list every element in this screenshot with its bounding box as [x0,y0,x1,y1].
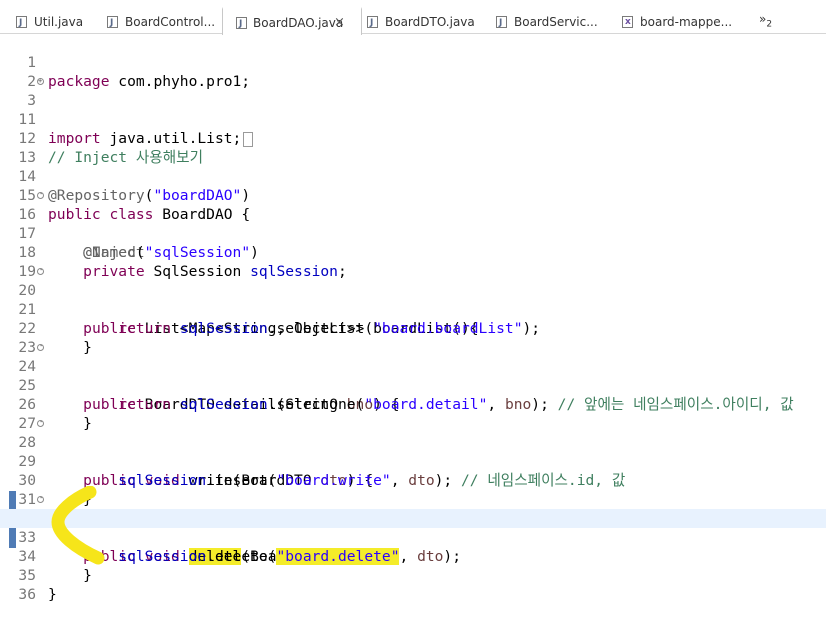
collapse-fold-icon[interactable] [37,496,44,503]
code-line: 36 [0,566,826,603]
code-line: 16 @Inject [0,186,826,261]
hidden-tab-count: 2 [766,19,773,30]
code-line: 28 public void write(BoardDTO dto) { [0,414,826,489]
xml-file-icon [622,8,633,36]
code-line: 12 // Inject 사용해보기 [0,110,826,166]
yellow-bracket-marker [51,486,105,565]
code-line: 1 package com.phyho.pro1; [0,34,826,90]
code-line: 15 public class BoardDAO { [0,167,826,223]
code-line: 2 [0,53,826,90]
tab-label: BoardControl... [125,15,216,29]
current-code-line: 33 sqlSession.delete("board.delete", dto… [0,509,826,565]
code-line: 34 } [0,528,826,584]
code-line: 27 [0,395,826,432]
code-line: 14 @Repository("boardDAO") [0,148,826,204]
code-line: 25 return sqlSession.selectOne("board.de… [0,357,826,413]
tab-board-controller[interactable]: BoardControl... [91,8,216,37]
java-file-icon [107,9,118,37]
tab-board-dao[interactable]: BoardDAO.java × [222,7,362,38]
code-text: } [48,585,57,604]
code-line: 30 } [0,452,826,508]
code-line: 23 [0,319,826,356]
code-line: 31 [0,471,826,508]
code-line: 3 import java.util.List; [0,72,826,147]
java-file-icon [496,9,507,37]
tab-board-service[interactable]: BoardServic... [480,8,598,37]
expand-fold-icon[interactable] [37,78,44,85]
tab-board-dto[interactable]: BoardDTO.java [351,8,475,37]
tab-label: BoardServic... [514,15,598,29]
tab-util-java[interactable]: Util.java [0,8,84,37]
code-line: 21 return sqlSession.selectList("board.b… [0,281,826,337]
collapse-fold-icon[interactable] [37,344,44,351]
tab-label: BoardDTO.java [385,15,475,29]
tab-label: BoardDAO.java [253,16,344,30]
tab-label: Util.java [34,15,84,29]
code-editor[interactable]: 1 package com.phyho.pro1; 2 3 import jav… [0,34,826,603]
code-line: 18 private SqlSession sqlSession; [0,224,826,280]
tab-label: board-mappe... [640,15,733,29]
code-line: 13 [0,129,826,166]
tab-board-mapper[interactable]: board-mappe... [606,8,733,36]
code-line: 11 [0,91,826,128]
editor-tab-bar: Util.java BoardControl... BoardDAO.java … [0,0,826,38]
java-file-icon [16,9,27,37]
collapse-fold-icon[interactable] [37,268,44,275]
code-line: 17 @Named("sqlSession") [0,205,826,261]
code-line: 24 public BoardDTO detail(String bno) { [0,338,826,413]
collapse-fold-icon[interactable] [37,192,44,199]
collapse-fold-icon[interactable] [37,420,44,427]
java-file-icon [367,9,378,37]
code-line: 19 [0,243,826,280]
line-number: 36 [18,586,36,603]
code-line: 20 public List<Map<String, Object>> boar… [0,262,826,337]
code-line: 26 } [0,376,826,432]
java-file-icon [236,10,247,38]
more-tabs-button[interactable]: »2 [759,12,772,29]
code-line: 32 public void delete(BoardDTO dto) { [0,490,826,565]
code-line: 35 } [0,547,826,603]
close-icon[interactable]: × [334,9,345,37]
code-line: 22 } [0,300,826,356]
code-line: 29 sqlSession.insert("board.write", dto)… [0,433,826,489]
